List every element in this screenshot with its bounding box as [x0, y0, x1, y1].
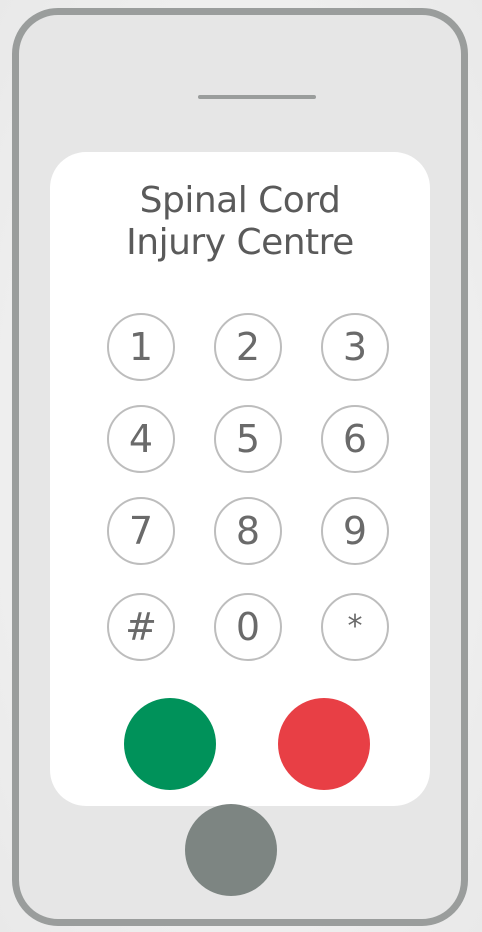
speaker-slot	[198, 95, 316, 99]
caller-title-line-1: Spinal Cord	[139, 180, 341, 221]
key-star[interactable]: *	[321, 593, 389, 661]
key-2[interactable]: 2	[214, 313, 282, 381]
home-button[interactable]	[185, 804, 277, 896]
key-5[interactable]: 5	[214, 405, 282, 473]
key-9[interactable]: 9	[321, 497, 389, 565]
caller-title-line-2: Injury Centre	[126, 222, 354, 263]
key-3[interactable]: 3	[321, 313, 389, 381]
key-1[interactable]: 1	[107, 313, 175, 381]
key-6[interactable]: 6	[321, 405, 389, 473]
key-4[interactable]: 4	[107, 405, 175, 473]
phone-frame: Spinal Cord Injury Centre 1 2 3 4 5 6 7 …	[12, 8, 468, 926]
key-8[interactable]: 8	[214, 497, 282, 565]
caller-title: Spinal Cord Injury Centre	[50, 180, 430, 264]
key-hash[interactable]: #	[107, 593, 175, 661]
key-0[interactable]: 0	[214, 593, 282, 661]
call-button[interactable]	[124, 698, 216, 790]
end-call-button[interactable]	[278, 698, 370, 790]
phone-screen: Spinal Cord Injury Centre 1 2 3 4 5 6 7 …	[50, 152, 430, 806]
key-7[interactable]: 7	[107, 497, 175, 565]
